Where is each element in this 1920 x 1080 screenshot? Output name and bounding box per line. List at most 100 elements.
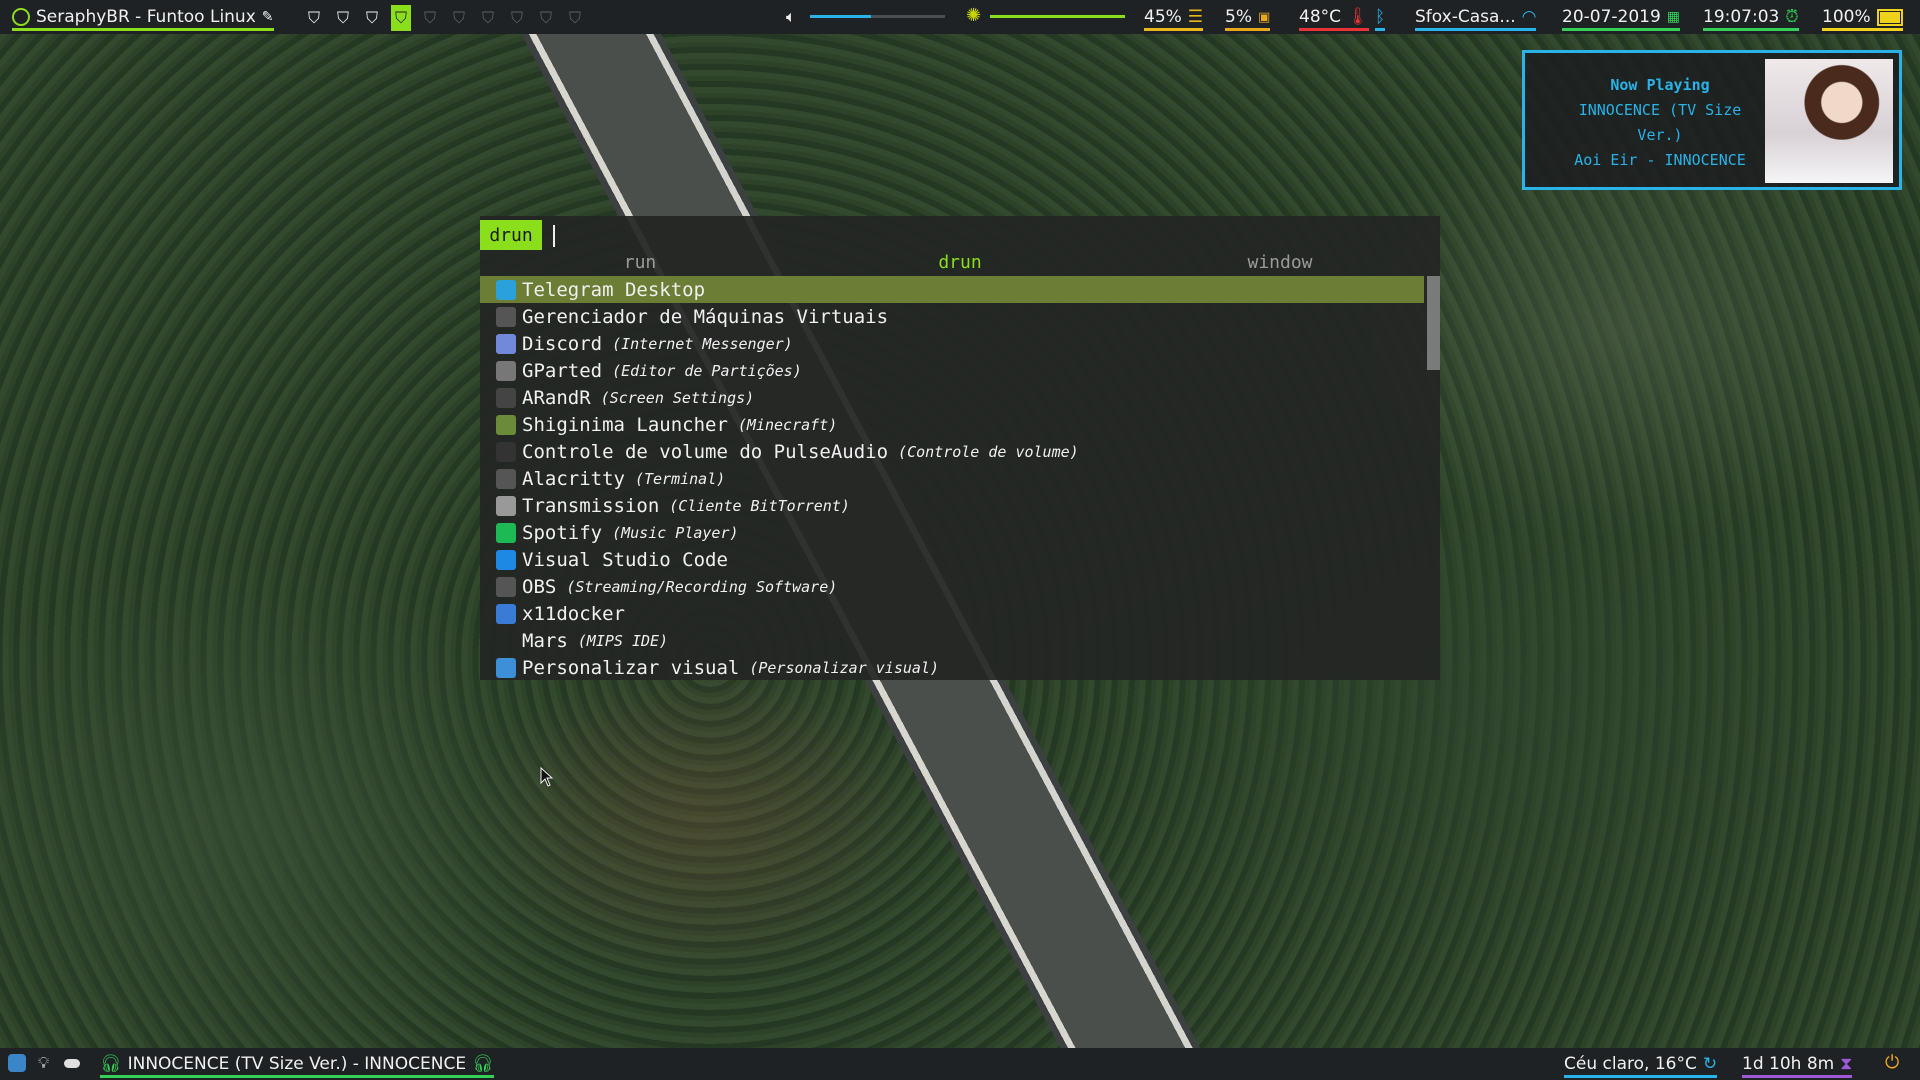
app-item[interactable]: Visual Studio Code bbox=[480, 546, 1424, 573]
text-caret bbox=[553, 225, 555, 247]
workspace-9-leaf-icon[interactable]: ⛉ bbox=[536, 5, 556, 31]
wifi-name: Sfox-Casa... bbox=[1415, 7, 1516, 27]
app-name: Controle de volume do PulseAudio bbox=[522, 440, 889, 463]
cpu-value: 5% bbox=[1225, 7, 1252, 27]
pulseaudio-icon bbox=[496, 441, 516, 462]
uptime-value: 1d 10h 8m bbox=[1742, 1054, 1835, 1074]
transmission-icon bbox=[496, 495, 516, 516]
app-item[interactable]: Spotify (Music Player) bbox=[480, 519, 1424, 546]
app-name: Visual Studio Code bbox=[522, 548, 728, 571]
minecraft-icon bbox=[496, 414, 516, 435]
cpu-module: 5% ▣ bbox=[1225, 0, 1271, 34]
volume-slider[interactable] bbox=[810, 15, 945, 18]
mode-tab-run[interactable]: run bbox=[480, 252, 800, 278]
clock-module: 19:07:03 ⏰︎ bbox=[1703, 0, 1799, 34]
volume-icon[interactable]: 🔈︎ bbox=[786, 7, 796, 27]
app-name: Transmission bbox=[522, 494, 660, 517]
app-item[interactable]: Shiginima Launcher (Minecraft) bbox=[480, 411, 1424, 438]
date-value: 20-07-2019 bbox=[1562, 7, 1661, 27]
headphones-icon: 🎧︎ bbox=[100, 1054, 122, 1074]
app-item[interactable]: Controle de volume do PulseAudio (Control… bbox=[480, 438, 1424, 465]
app-name: Shiginima Launcher bbox=[522, 413, 728, 436]
virt-manager-icon bbox=[496, 306, 516, 327]
date-module: 20-07-2019 ▦ bbox=[1562, 0, 1681, 34]
app-description: (Minecraft) bbox=[737, 415, 838, 434]
app-item[interactable]: Mars (MIPS IDE) bbox=[480, 627, 1424, 654]
gparted-icon bbox=[496, 360, 516, 381]
workspace-4-leaf-icon[interactable]: ⛉ bbox=[391, 5, 411, 31]
now-playing-text: Now Playing INNOCENCE (TV Size Ver.) Aoi… bbox=[1535, 73, 1785, 173]
app-item[interactable]: OBS (Streaming/Recording Software) bbox=[480, 573, 1424, 600]
mode-tab-drun[interactable]: drun bbox=[800, 252, 1120, 278]
temperature-value: 48°C bbox=[1299, 7, 1342, 27]
spotify-icon bbox=[496, 522, 516, 543]
mouse-cursor-icon bbox=[540, 767, 554, 787]
scrollbar-thumb[interactable] bbox=[1427, 276, 1440, 370]
app-name: Alacritty bbox=[522, 467, 625, 490]
telegram-icon bbox=[496, 279, 516, 300]
weather-value: Céu claro, 16°C bbox=[1564, 1054, 1697, 1074]
now-playing-title: Now Playing bbox=[1610, 76, 1710, 94]
brightness-slider[interactable] bbox=[990, 15, 1125, 18]
monitor-icon bbox=[496, 387, 516, 408]
blank-icon bbox=[496, 631, 516, 651]
app-name: x11docker bbox=[522, 602, 625, 625]
app-item[interactable]: Gerenciador de Máquinas Virtuais bbox=[480, 303, 1424, 330]
app-item[interactable]: Transmission (Cliente BitTorrent) bbox=[480, 492, 1424, 519]
now-playing-widget: Now Playing INNOCENCE (TV Size Ver.) Aoi… bbox=[1522, 50, 1902, 190]
app-item[interactable]: x11docker bbox=[480, 600, 1424, 627]
media-module[interactable]: 🎧︎ INNOCENCE (TV Size Ver.) - INNOCENCE … bbox=[100, 1048, 494, 1080]
tray-bulb-icon[interactable]: 💡︎ bbox=[38, 1053, 49, 1073]
app-description: (Music Player) bbox=[612, 523, 739, 542]
app-item[interactable]: Discord (Internet Messenger) bbox=[480, 330, 1424, 357]
tray-toggle-icon[interactable] bbox=[64, 1059, 80, 1068]
battery-module: 100% bbox=[1822, 0, 1903, 34]
bottom-bar: 💡︎ 🎧︎ INNOCENCE (TV Size Ver.) - INNOCEN… bbox=[0, 1048, 1920, 1080]
app-description: (Controle de volume) bbox=[898, 442, 1079, 461]
x11docker-icon bbox=[496, 603, 516, 624]
workspace-5-leaf-icon[interactable]: ⛉ bbox=[420, 5, 440, 31]
battery-value: 100% bbox=[1822, 7, 1871, 27]
launcher-input-row[interactable]: drun bbox=[480, 216, 1440, 250]
app-item[interactable]: Alacritty (Terminal) bbox=[480, 465, 1424, 492]
app-item[interactable]: Telegram Desktop bbox=[480, 276, 1424, 303]
app-description: (MIPS IDE) bbox=[577, 631, 669, 650]
obs-icon bbox=[496, 576, 516, 597]
app-name: GParted bbox=[522, 359, 603, 382]
app-item[interactable]: Personalizar visual (Personalizar visual) bbox=[480, 654, 1424, 681]
workspace-2-leaf-icon[interactable]: ⛉ bbox=[333, 5, 353, 31]
launcher-scrollbar[interactable] bbox=[1427, 276, 1440, 680]
workspace-3-leaf-icon[interactable]: ⛉ bbox=[362, 5, 382, 31]
time-value: 19:07:03 bbox=[1703, 7, 1780, 27]
app-description: (Screen Settings) bbox=[600, 388, 755, 407]
workspace-6-leaf-icon[interactable]: ⛉ bbox=[449, 5, 469, 31]
workspace-8-leaf-icon[interactable]: ⛉ bbox=[507, 5, 527, 31]
vscode-icon bbox=[496, 549, 516, 570]
app-item[interactable]: ARandR (Screen Settings) bbox=[480, 384, 1424, 411]
memory-icon: ☰ bbox=[1187, 7, 1204, 27]
wifi-module[interactable]: Sfox-Casa... ◠ bbox=[1415, 0, 1537, 34]
app-description: (Editor de Partições) bbox=[612, 361, 802, 380]
app-description: (Cliente BitTorrent) bbox=[669, 496, 850, 515]
power-icon[interactable]: ⏻ bbox=[1885, 1052, 1899, 1073]
mode-tab-window[interactable]: window bbox=[1120, 252, 1440, 278]
app-item[interactable]: GParted (Editor de Partições) bbox=[480, 357, 1424, 384]
workspace-10-leaf-icon[interactable]: ⛉ bbox=[565, 5, 585, 31]
now-playing-artist: Aoi Eir - INNOCENCE bbox=[1574, 151, 1746, 169]
discord-icon bbox=[496, 333, 516, 354]
app-launcher: drun run drun window Telegram Desktop Geren… bbox=[480, 216, 1440, 680]
now-playing-track-line1: INNOCENCE (TV Size bbox=[1578, 101, 1742, 119]
uptime-module: 1d 10h 8m ⧗ bbox=[1742, 1048, 1853, 1080]
app-list: Telegram Desktop Gerenciador de Máquinas … bbox=[480, 276, 1424, 681]
bluetooth-module[interactable]: ᛒ bbox=[1375, 0, 1386, 34]
mode-switcher: run drun window bbox=[480, 252, 1440, 278]
gentoo-logo-icon: ✎ bbox=[261, 9, 274, 25]
tray-globe-icon[interactable] bbox=[8, 1054, 26, 1072]
workspace-1-leaf-icon[interactable]: ⛉ bbox=[304, 5, 324, 31]
app-name: Personalizar visual bbox=[522, 656, 740, 679]
bluetooth-icon[interactable]: ᛒ bbox=[1375, 7, 1385, 27]
workspace-7-leaf-icon[interactable]: ⛉ bbox=[478, 5, 498, 31]
cpu-icon: ▣ bbox=[1257, 9, 1271, 25]
app-name: Discord bbox=[522, 332, 603, 355]
app-description: (Streaming/Recording Software) bbox=[566, 577, 838, 596]
